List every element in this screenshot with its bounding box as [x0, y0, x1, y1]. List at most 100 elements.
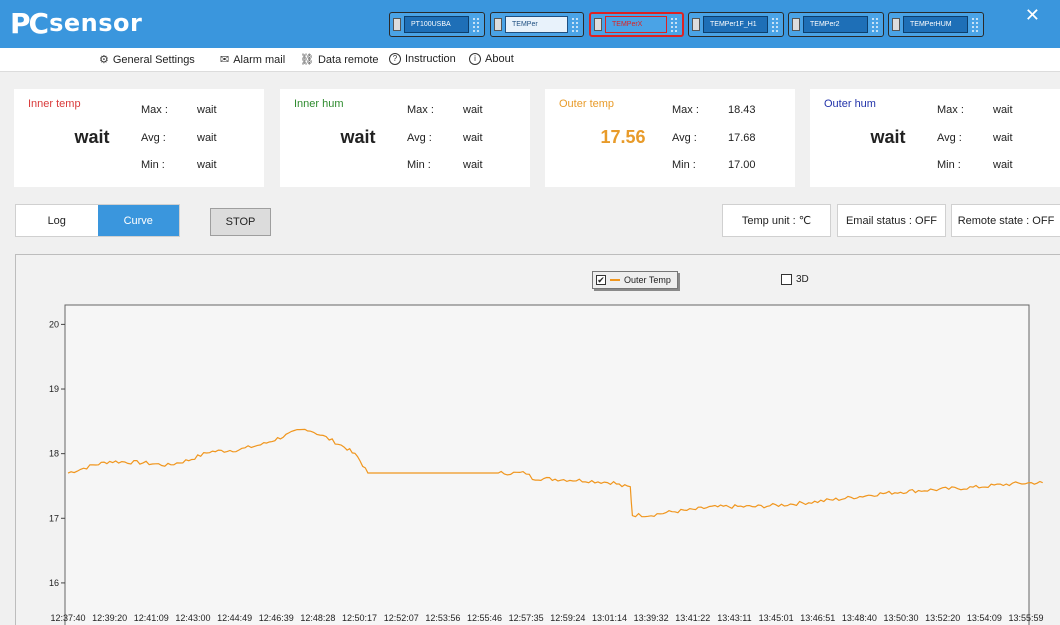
gear-icon: ⚙: [99, 54, 109, 66]
temp-unit-button[interactable]: Temp unit : ℃: [722, 204, 831, 237]
card-value: wait: [870, 127, 906, 147]
device-temper1f-h1[interactable]: TEMPer1F_H1: [688, 12, 784, 37]
device-label: PT100USBA: [404, 16, 469, 33]
x-tick-label: 12:48:28: [300, 613, 335, 623]
chart-legend[interactable]: ✔ Outer Temp: [592, 271, 678, 289]
card-value: wait: [74, 127, 110, 147]
usb-plug-icon: [792, 18, 800, 31]
x-tick-label: 12:55:46: [467, 613, 502, 623]
device-label: TEMPerHUM: [903, 16, 968, 33]
usb-plug-icon: [393, 18, 401, 31]
remote-state-button[interactable]: Remote state : OFF: [951, 204, 1060, 237]
tab-log[interactable]: Log: [16, 205, 98, 236]
menu-general-settings[interactable]: ⚙ General Settings: [99, 53, 195, 67]
menu-bar: ⚙ General Settings ✉ Alarm mail ⛓ Data r…: [0, 48, 1060, 72]
y-tick-label: 18: [49, 449, 59, 459]
x-tick-label: 12:39:20: [92, 613, 127, 623]
menu-about[interactable]: i About: [469, 53, 514, 65]
x-tick-label: 13:55:59: [1008, 613, 1043, 623]
device-pt100usba[interactable]: PT100USBA: [389, 12, 485, 37]
min-value: wait: [197, 159, 217, 171]
card-inner-temp: Inner temp wait Max : wait Avg : wait Mi…: [14, 89, 264, 187]
device-grip-icon: [472, 17, 481, 32]
chart-panel: 16 17 18 19 20 12:37:40 12:39:20 12:41:09 12:43:…: [15, 254, 1060, 625]
card-title: Inner hum: [294, 98, 344, 110]
3d-toggle[interactable]: 3D: [781, 274, 809, 285]
avg-value: wait: [993, 132, 1013, 144]
x-tick-label: 12:43:00: [175, 613, 210, 623]
temperature-chart: 16 17 18 19 20 12:37:40 12:39:20 12:41:09 12:43:…: [49, 304, 1044, 625]
device-temperhum[interactable]: TEMPerHUM: [888, 12, 984, 37]
menu-data-remote[interactable]: ⛓ Data remote: [300, 53, 379, 67]
y-tick-label: 16: [49, 578, 59, 588]
device-label: TEMPer2: [803, 16, 868, 33]
card-value: wait: [340, 127, 376, 147]
avg-label: Avg :: [407, 132, 432, 144]
menu-alarm-mail[interactable]: ✉ Alarm mail: [220, 53, 285, 67]
device-grip-icon: [971, 17, 980, 32]
card-outer-hum: Outer hum wait Max : wait Avg : wait Min…: [810, 89, 1060, 187]
menu-label: Data remote: [317, 53, 379, 66]
legend-checkbox-icon[interactable]: ✔: [596, 275, 606, 285]
x-tick-label: 12:52:07: [384, 613, 419, 623]
device-grip-icon: [670, 17, 679, 32]
x-tick-label: 13:01:14: [592, 613, 627, 623]
y-tick-label: 19: [49, 384, 59, 394]
3d-label: 3D: [796, 274, 809, 285]
device-grip-icon: [871, 17, 880, 32]
email-status-button[interactable]: Email status : OFF: [837, 204, 946, 237]
x-tick-label: 12:37:40: [50, 613, 85, 623]
header-bar: PC sensor PT100USBA TEMPer TEMPerX TEMPe…: [0, 0, 1060, 48]
avg-label: Avg :: [141, 132, 166, 144]
legend-label: Outer Temp: [624, 275, 671, 285]
device-label: TEMPer: [505, 16, 568, 33]
card-inner-hum: Inner hum wait Max : wait Avg : wait Min…: [280, 89, 530, 187]
min-label: Min :: [407, 159, 431, 171]
device-temper[interactable]: TEMPer: [490, 12, 584, 37]
device-temper2[interactable]: TEMPer2: [788, 12, 884, 37]
x-tick-label: 13:46:51: [800, 613, 835, 623]
tab-curve[interactable]: Curve: [97, 205, 179, 236]
question-icon: ?: [389, 53, 401, 65]
legend-swatch: [610, 279, 620, 281]
app-window: PC sensor PT100USBA TEMPer TEMPerX TEMPe…: [0, 0, 1060, 625]
x-tick-label: 13:50:30: [884, 613, 919, 623]
avg-label: Avg :: [937, 132, 962, 144]
x-tick-label: 13:39:32: [634, 613, 669, 623]
device-label: TEMPerX: [605, 16, 667, 33]
plot-area: [64, 304, 1030, 625]
menu-instruction[interactable]: ? Instruction: [389, 53, 456, 65]
avg-value: wait: [197, 132, 217, 144]
device-label: TEMPer1F_H1: [703, 16, 768, 33]
x-tick-label: 13:45:01: [759, 613, 794, 623]
x-tick-label: 12:44:49: [217, 613, 252, 623]
max-value: wait: [463, 104, 483, 116]
stop-button[interactable]: STOP: [210, 208, 271, 236]
menu-label: About: [485, 53, 514, 65]
card-title: Outer temp: [559, 98, 615, 110]
device-grip-icon: [771, 17, 780, 32]
x-tick-label: 13:41:22: [675, 613, 710, 623]
link-icon: ⛓: [300, 54, 314, 66]
min-label: Min :: [141, 159, 165, 171]
logo-pc-text: PC: [10, 6, 49, 40]
x-tick-label: 12:53:56: [425, 613, 460, 623]
card-outer-temp: Outer temp 17.56 Max : 18.43 Avg : 17.68…: [545, 89, 795, 187]
min-value: 17.00: [728, 159, 756, 171]
min-value: wait: [463, 159, 483, 171]
card-title: Inner temp: [28, 98, 81, 110]
x-tick-label: 12:46:39: [259, 613, 294, 623]
x-tick-label: 12:50:17: [342, 613, 377, 623]
device-temperx[interactable]: TEMPerX: [589, 12, 684, 37]
min-label: Min :: [672, 159, 696, 171]
close-icon[interactable]: ✕: [1025, 6, 1040, 24]
menu-label: Instruction: [405, 53, 456, 65]
avg-label: Avg :: [672, 132, 697, 144]
avg-value: 17.68: [728, 132, 756, 144]
max-label: Max :: [937, 104, 964, 116]
checkbox-icon[interactable]: [781, 274, 792, 285]
x-tick-label: 12:41:09: [134, 613, 169, 623]
device-grip-icon: [571, 17, 580, 32]
y-tick-label: 17: [49, 513, 59, 523]
max-value: wait: [197, 104, 217, 116]
